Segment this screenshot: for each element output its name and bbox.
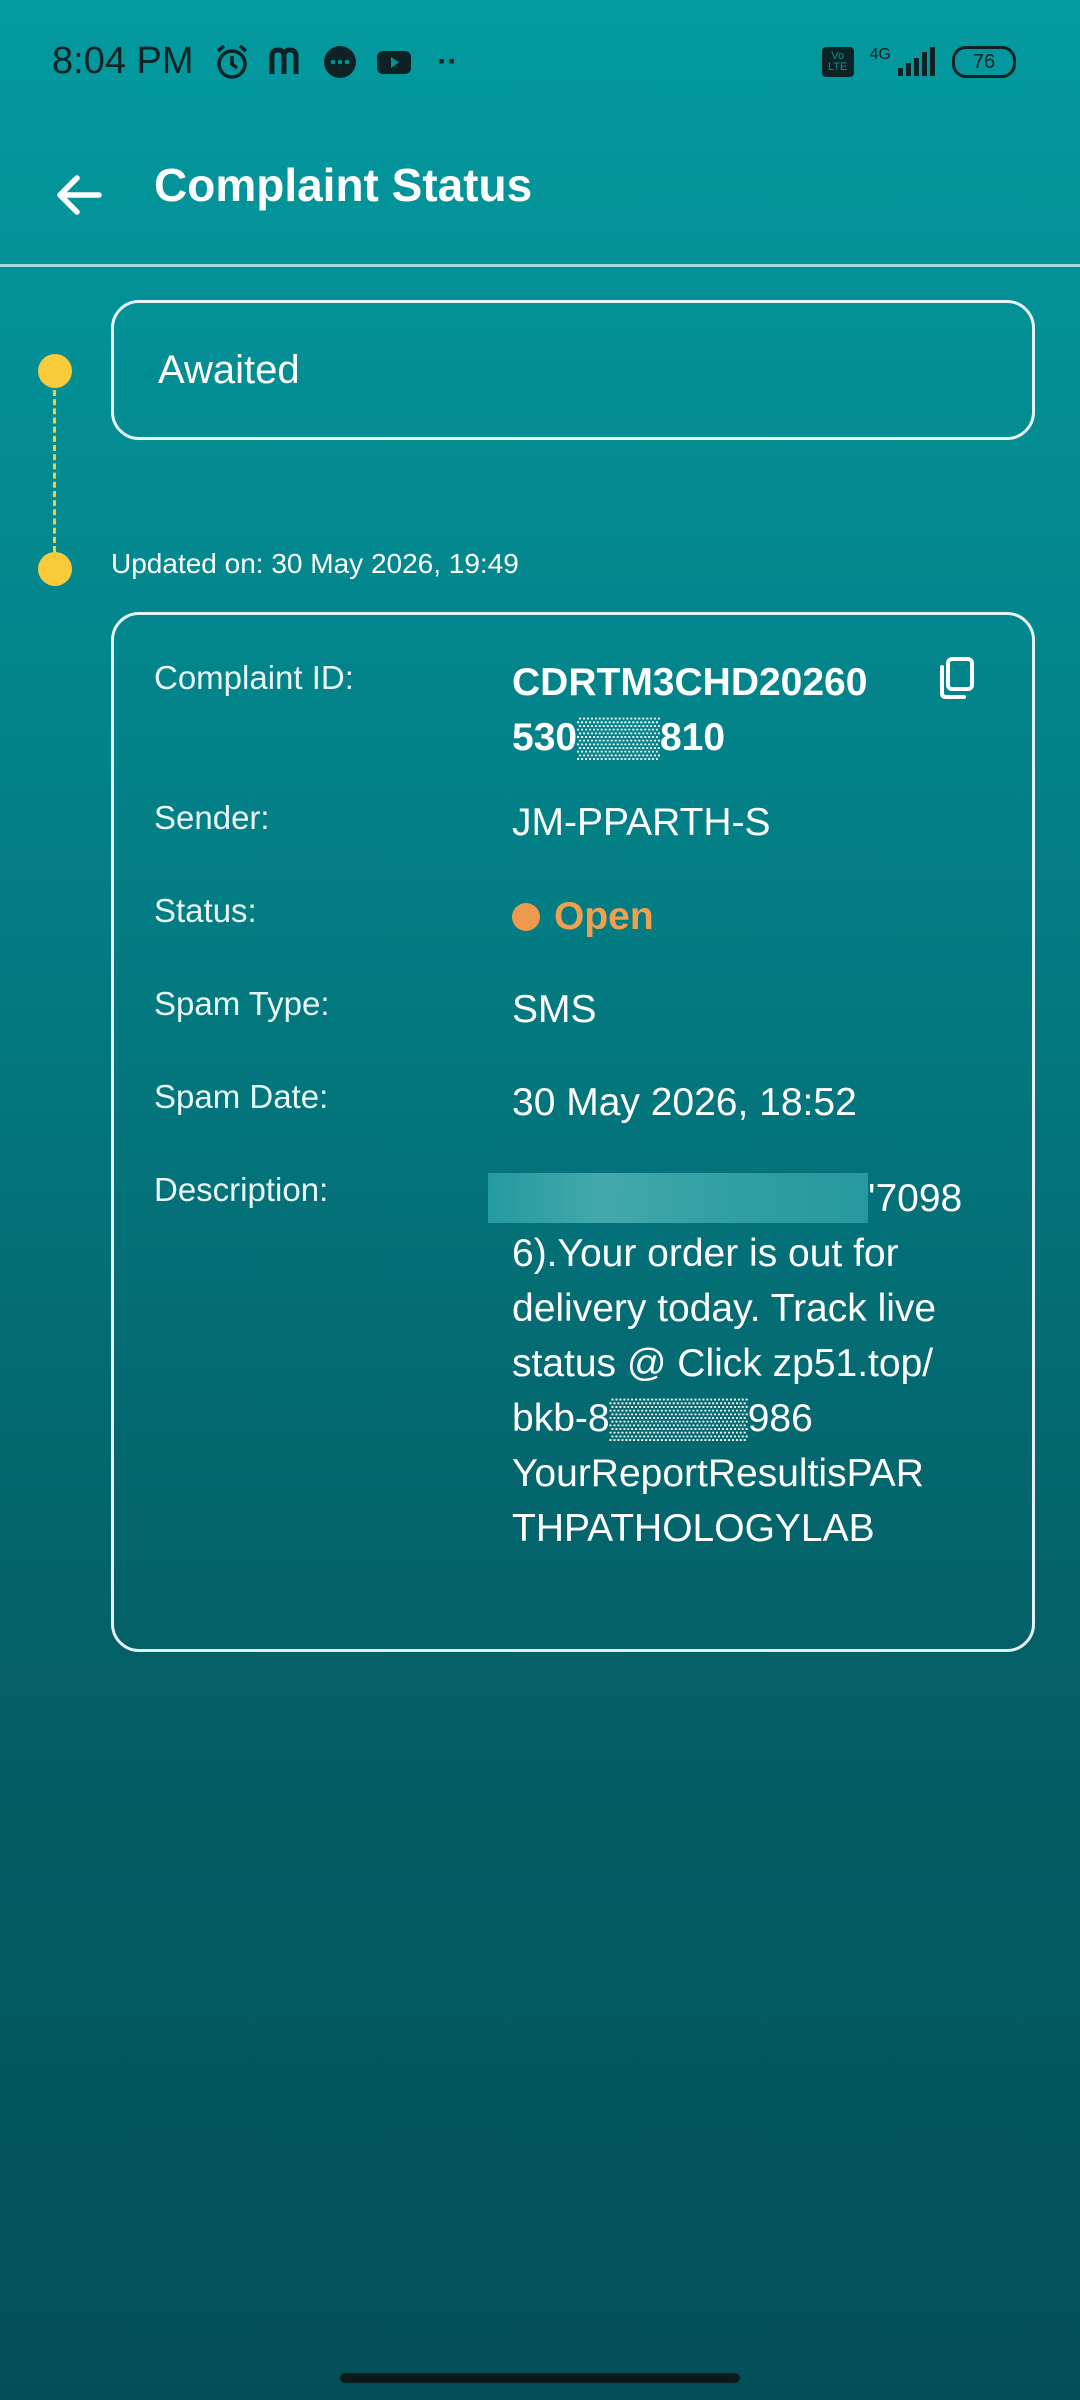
sender-value: JM-PPARTH-S (512, 801, 771, 844)
description-line: YourReportResultisPAR (512, 1452, 924, 1495)
page-title: Complaint Status (154, 159, 533, 211)
spam-date-value: 30 May 2026, 18:52 (512, 1081, 857, 1124)
description-line: THPATHOLOGYLAB (512, 1507, 875, 1550)
description-line: '7098 (868, 1177, 963, 1220)
description-line: bkb-8▒▒▒▒▒986 (512, 1397, 813, 1440)
youtube-icon (374, 42, 414, 82)
complaint-details-card: Complaint ID: CDRTM3CHD20260 530▒▒▒810 S… (111, 612, 1035, 1652)
copy-icon (940, 657, 974, 699)
awaited-status-box: Awaited (111, 300, 1035, 440)
description-label: Description: (154, 1171, 329, 1208)
description-value: '7098 6).Your order is out for delivery … (512, 1171, 1012, 1556)
description-line: 6).Your order is out for (512, 1232, 899, 1275)
chat-bubble-icon (320, 42, 360, 82)
status-bar: 8:04 PM ·· Vo LTE 4G 76 (0, 0, 1080, 130)
timeline-connector (53, 390, 56, 552)
status-badge: Open (512, 889, 654, 944)
home-indicator[interactable] (340, 2373, 740, 2383)
copy-button[interactable] (932, 653, 982, 703)
status-dot-icon (512, 902, 540, 931)
app-m-icon (266, 42, 306, 82)
description-line: status @ Click zp51.top/ (512, 1342, 934, 1385)
complaint-id-value: CDRTM3CHD20260 530▒▒▒810 (512, 655, 867, 765)
spam-type-value: SMS (512, 988, 597, 1031)
timeline-dot-updated (38, 552, 72, 586)
description-line: delivery today. Track live (512, 1287, 937, 1330)
complaint-id-line2: 530▒▒▒810 (512, 716, 726, 759)
signal-icon: 4G (870, 46, 936, 78)
sender-label: Sender: (154, 799, 270, 836)
more-notifications-icon: ·· (437, 44, 458, 78)
complaint-id-line1: CDRTM3CHD20260 (512, 661, 868, 704)
timeline-dot-awaited (38, 354, 72, 388)
clock: 8:04 PM (52, 40, 194, 82)
app-bar: Complaint Status (0, 130, 1080, 266)
arrow-left-icon (57, 175, 102, 215)
back-button[interactable] (44, 160, 114, 230)
awaited-label: Awaited (158, 347, 300, 392)
spam-date-label: Spam Date: (154, 1078, 329, 1115)
status-label: Status: (154, 892, 257, 929)
updated-timestamp: Updated on: 30 May 2026, 19:49 (111, 548, 519, 579)
volte-icon: Vo LTE (821, 47, 854, 77)
complaint-id-label: Complaint ID: (154, 659, 354, 696)
status-value: Open (554, 895, 654, 938)
alarm-icon (212, 42, 252, 82)
battery-indicator: 76 (952, 46, 1016, 78)
header-divider (0, 264, 1080, 267)
spam-type-label: Spam Type: (154, 985, 330, 1022)
network-type-label: 4G (869, 46, 891, 63)
